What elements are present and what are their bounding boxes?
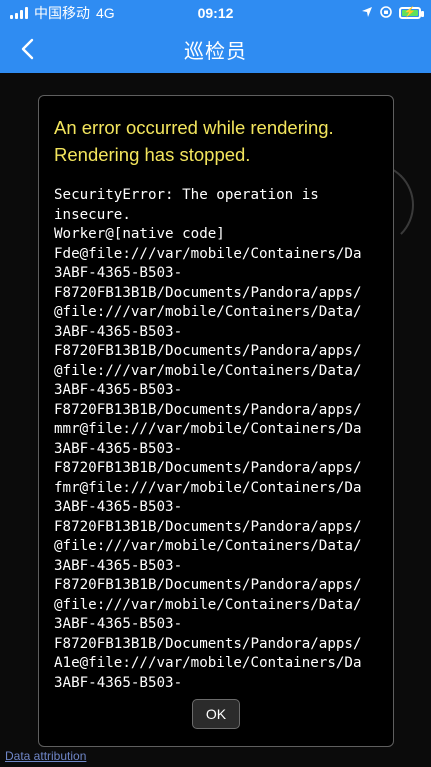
location-arrow-icon (361, 5, 373, 21)
orientation-lock-icon (379, 5, 393, 22)
navigation-bar: 巡检员 (0, 26, 431, 73)
status-bar: 中国移动 4G 09:12 ⚡ (0, 0, 431, 26)
carrier-name: 中国移动 (34, 5, 90, 21)
data-attribution-link[interactable]: Data attribution (5, 749, 86, 763)
status-time: 09:12 (197, 5, 234, 21)
back-button[interactable] (12, 34, 42, 64)
network-type: 4G (96, 5, 115, 21)
signal-strength-icon (10, 7, 28, 19)
status-right: ⚡ (361, 5, 424, 22)
chevron-left-icon (21, 38, 34, 60)
error-title: An error occurred while rendering. Rende… (54, 117, 334, 165)
ok-button[interactable]: OK (192, 699, 240, 729)
battery-icon: ⚡ (399, 7, 424, 19)
error-message: SecurityError: The operation is insecure… (54, 187, 362, 691)
page-title: 巡检员 (184, 41, 247, 63)
status-left: 中国移动 4G (10, 3, 115, 23)
error-dialog: An error occurred while rendering. Rende… (38, 95, 394, 747)
